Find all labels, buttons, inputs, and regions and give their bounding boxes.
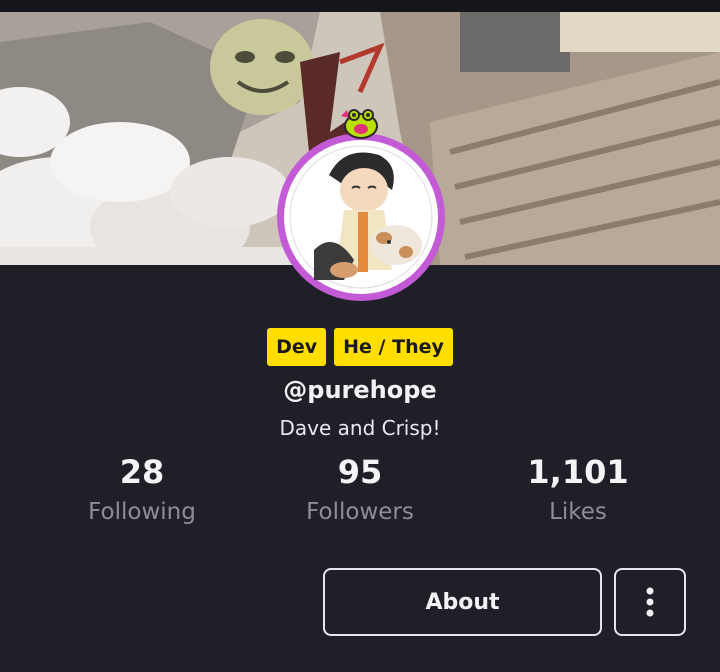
likes-count: 1,101 [527,453,629,491]
frog-badge-icon [339,106,379,140]
stat-following[interactable]: 28 Following [32,452,252,528]
following-label: Following [88,499,196,525]
followers-label: Followers [306,499,414,525]
stat-followers[interactable]: 95 Followers [250,452,470,528]
stat-likes[interactable]: 1,101 Likes [468,452,688,528]
more-options-button[interactable] [614,568,686,636]
profile-avatar[interactable] [274,130,448,304]
profile-handle: @purehope [283,376,437,404]
about-button[interactable]: About [323,568,602,636]
top-bar [0,0,720,12]
tag-pronouns: He / They [334,328,453,366]
likes-label: Likes [549,499,607,525]
following-count: 28 [119,453,165,491]
profile-bio: Dave and Crisp! [279,416,441,440]
vertical-ellipsis-icon [646,587,654,617]
tag-dev: Dev [267,328,327,366]
profile-tags: Dev He / They [0,328,720,366]
followers-count: 95 [337,453,383,491]
